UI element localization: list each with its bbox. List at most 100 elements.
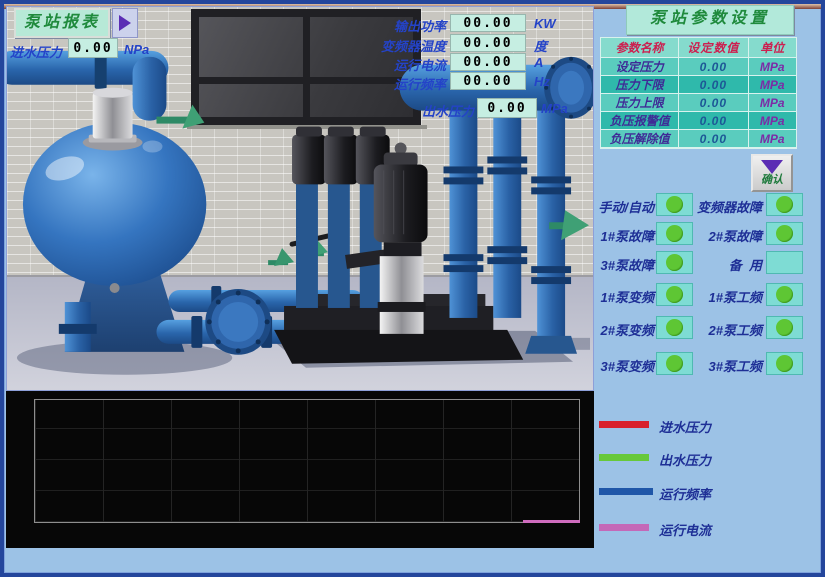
status-lamp — [666, 254, 683, 271]
status-label-pump2-mains: 2#泵工频 — [686, 320, 762, 339]
table-row: 压力下限 0.00 MPa — [601, 76, 796, 94]
measurement-row: 输出功率 00.00 KW — [330, 14, 590, 32]
inlet-pressure-value: 0.00 — [68, 38, 118, 58]
table-row: 设定压力 0.00 MPa — [601, 58, 796, 76]
table-row: 压力上限 0.00 MPa — [601, 94, 796, 112]
status-lamp — [776, 319, 793, 336]
param-name: 负压解除值 — [601, 130, 679, 148]
status-lamp-box — [766, 251, 803, 274]
param-name: 设定压力 — [601, 58, 679, 76]
legend-swatch-run-current — [599, 524, 649, 531]
status-label-manual-auto: 手动/自动 — [590, 197, 654, 216]
measurement-row: 变频器温度 00.00 度 — [330, 34, 590, 52]
status-lamp — [776, 286, 793, 303]
legend-swatch-outlet-pressure — [599, 454, 649, 461]
measurement-row: 运行电流 00.00 A — [330, 53, 590, 71]
status-lamp — [776, 196, 793, 213]
header-unit: 单位 — [749, 38, 797, 58]
output-power-value: 00.00 — [450, 14, 526, 32]
status-label-pump2-fault: 2#泵故障 — [686, 226, 762, 245]
confirm-button[interactable]: 确认 — [751, 154, 793, 192]
param-name: 压力上限 — [601, 94, 679, 112]
current-trace-line — [523, 520, 580, 523]
param-name: 压力下限 — [601, 76, 679, 94]
status-label-pump1-mains: 1#泵工频 — [686, 287, 762, 306]
report-button-label[interactable]: 泵站报表 — [14, 8, 110, 38]
status-lamp — [666, 225, 683, 242]
legend-label: 运行频率 — [659, 484, 711, 503]
pump-station-hmi-screen: 泵站报表 进水压力 0.00 NPa 输出功率 00.00 KW 变频器温度 0… — [0, 0, 825, 577]
inlet-pressure-label: 进水压力 — [10, 42, 62, 61]
param-value-field[interactable]: 0.00 — [679, 94, 748, 112]
param-unit: MPa — [749, 94, 797, 112]
settings-table: 参数名称 设定数值 单位 设定压力 0.00 MPa 压力下限 0.00 MPa… — [600, 37, 797, 149]
pressure-tank — [23, 88, 206, 352]
param-unit: MPa — [749, 130, 797, 148]
param-unit: MPa — [749, 112, 797, 130]
param-unit: MPa — [749, 58, 797, 76]
run-frequency-value: 00.00 — [450, 72, 526, 90]
inlet-pressure-unit: NPa — [124, 42, 149, 57]
header-set-value: 设定数值 — [679, 38, 748, 58]
outlet-pressure-label: 出水压力 — [350, 101, 474, 120]
confirm-triangle-icon — [761, 160, 783, 174]
run-current-unit: A — [534, 55, 543, 70]
play-icon[interactable] — [112, 8, 138, 38]
legend-label: 运行电流 — [659, 520, 711, 539]
status-row: 手动/自动 变频器故障 — [590, 193, 806, 216]
status-row: 3#泵变频 3#泵工频 — [590, 352, 806, 375]
status-lamp-box — [766, 193, 803, 216]
status-label-pump3-fault: 3#泵故障 — [590, 255, 654, 274]
confirm-button-label: 确认 — [761, 175, 783, 186]
param-value-field[interactable]: 0.00 — [679, 58, 748, 76]
table-row: 负压解除值 0.00 MPa — [601, 130, 796, 148]
status-label-pump2-vfd: 2#泵变频 — [590, 320, 654, 339]
param-unit: MPa — [749, 76, 797, 94]
param-value-field[interactable]: 0.00 — [679, 76, 748, 94]
settings-table-header: 参数名称 设定数值 单位 — [601, 38, 796, 58]
status-label-pump3-mains: 3#泵工频 — [686, 356, 762, 375]
status-lamp — [666, 196, 683, 213]
legend-swatch-inlet-pressure — [599, 421, 649, 428]
output-power-unit: KW — [534, 16, 556, 31]
report-button[interactable]: 泵站报表 — [14, 8, 138, 38]
status-lamp — [776, 225, 793, 242]
run-current-value: 00.00 — [450, 53, 526, 71]
status-lamp — [666, 355, 683, 372]
output-power-label: 输出功率 — [330, 16, 446, 35]
status-lamp — [666, 319, 683, 336]
inverter-temp-value: 00.00 — [450, 34, 526, 52]
trend-chart — [6, 391, 594, 548]
legend-item: 进水压力 — [599, 417, 821, 432]
status-lamp-box — [766, 316, 803, 339]
run-frequency-unit: Hz — [534, 74, 550, 89]
status-lamp — [776, 355, 793, 372]
status-label-spare: 备 用 — [686, 255, 762, 274]
status-row: 2#泵变频 2#泵工频 — [590, 316, 806, 339]
settings-panel-title: 泵站参数设置 — [626, 5, 794, 35]
status-label-pump1-vfd: 1#泵变频 — [590, 287, 654, 306]
status-label-inverter-fault: 变频器故障 — [686, 197, 762, 216]
table-row: 负压报警值 0.00 MPa — [601, 112, 796, 130]
legend-label: 进水压力 — [659, 417, 711, 436]
status-label-pump1-fault: 1#泵故障 — [590, 226, 654, 245]
measurement-row: 运行频率 00.00 Hz — [330, 72, 590, 90]
trend-plot-area — [34, 399, 580, 523]
outlet-pressure-unit: MPa — [541, 101, 568, 116]
legend-item: 运行频率 — [599, 484, 821, 499]
legend-label: 出水压力 — [659, 450, 711, 469]
status-row: 3#泵故障 备 用 — [590, 251, 806, 274]
status-lamp-box — [766, 283, 803, 306]
param-name: 负压报警值 — [601, 112, 679, 130]
run-frequency-label: 运行频率 — [330, 74, 446, 93]
legend-item: 出水压力 — [599, 450, 821, 465]
status-label-pump3-vfd: 3#泵变频 — [590, 356, 654, 375]
legend-item: 运行电流 — [599, 520, 821, 535]
status-lamp-box — [766, 352, 803, 375]
status-lamp-box — [766, 222, 803, 245]
outlet-pressure-value: 0.00 — [477, 98, 537, 118]
status-row: 1#泵变频 1#泵工频 — [590, 283, 806, 306]
param-value-field[interactable]: 0.00 — [679, 130, 748, 148]
param-value-field[interactable]: 0.00 — [679, 112, 748, 130]
status-row: 1#泵故障 2#泵故障 — [590, 222, 806, 245]
